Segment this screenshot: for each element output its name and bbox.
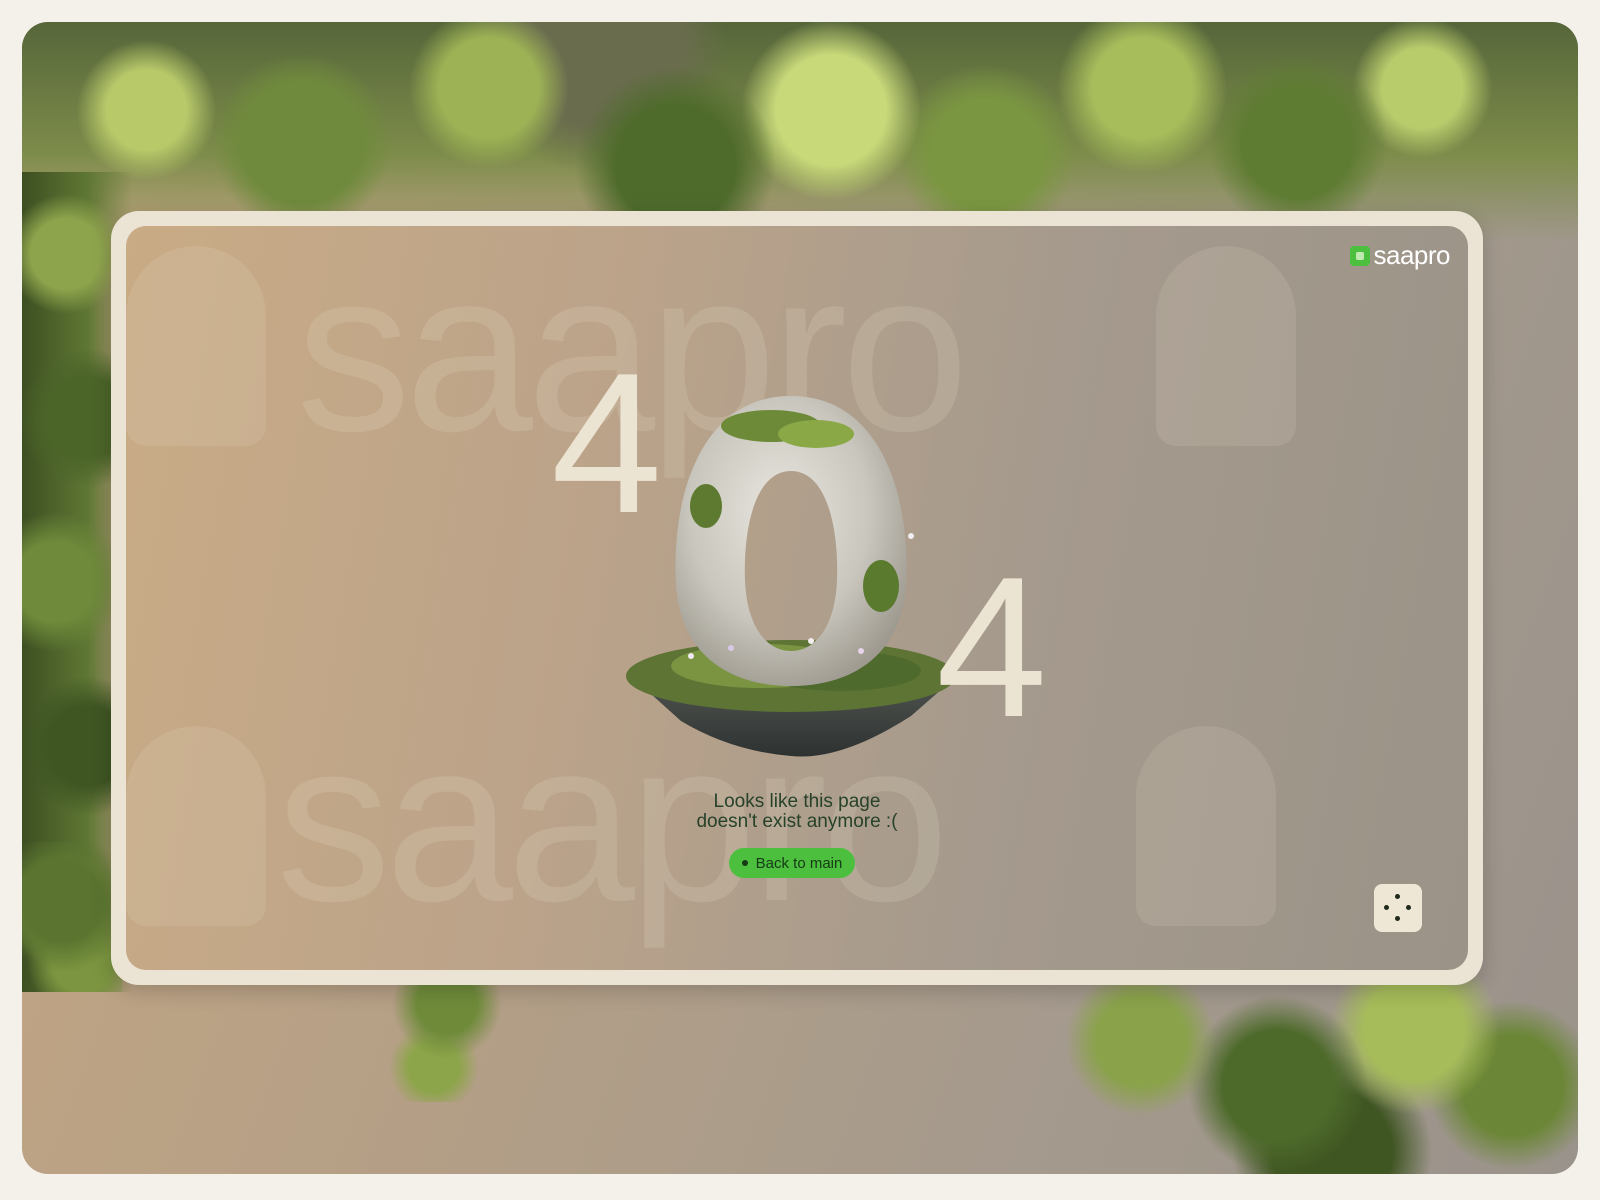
back-to-main-button[interactable]: Back to main [729, 848, 855, 878]
foliage-bottom-right [1032, 952, 1578, 1174]
foliage-bottom-left [22, 842, 122, 992]
error-message-line: doesn't exist anymore :( [696, 811, 898, 832]
error-message: Looks like this page doesn't exist anymo… [126, 792, 1468, 832]
error-card: saapro saapro saapro 4 4 Looks like this… [111, 211, 1483, 985]
error-message-line: Looks like this page [713, 791, 881, 812]
watermark-logo-shape [1156, 246, 1296, 446]
error-card-inner: saapro saapro saapro 4 4 Looks like this… [126, 226, 1468, 970]
logo-text: saapro [1373, 240, 1451, 270]
dot-icon [741, 860, 748, 866]
brand-logo[interactable]: saapro [1349, 240, 1451, 271]
foliage-canopy [22, 22, 1578, 242]
back-to-main-label: Back to main [755, 854, 843, 872]
dice-button[interactable] [1374, 884, 1422, 932]
watermark-logo-shape [126, 246, 266, 446]
stone-zero-illustration [626, 396, 956, 757]
error-digit-last: 4 [936, 536, 1048, 759]
logo-mark-icon [1349, 245, 1370, 266]
